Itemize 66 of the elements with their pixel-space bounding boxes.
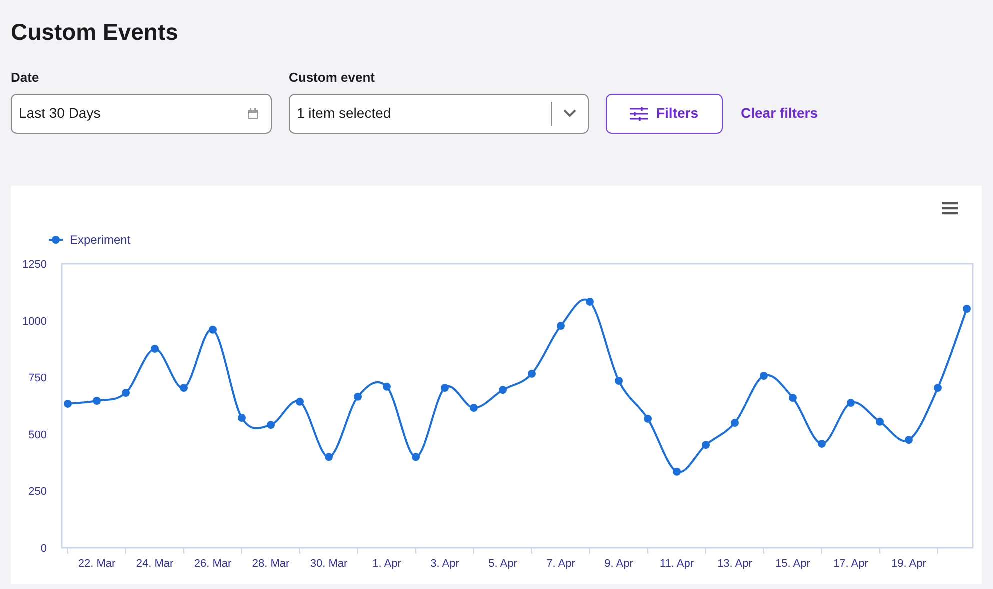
x-axis-label: 24. Mar [136, 558, 174, 570]
y-axis-label: 500 [28, 428, 47, 441]
x-axis-label: 19. Apr [892, 558, 926, 570]
x-axis-label: 1. Apr [372, 558, 402, 570]
data-point [93, 396, 101, 404]
date-field[interactable]: Last 30 Days [11, 94, 272, 134]
data-point [354, 392, 362, 400]
chevron-down-icon[interactable] [563, 109, 577, 118]
filters-button[interactable]: Filters [606, 94, 723, 134]
data-point [441, 384, 449, 392]
data-point [528, 369, 536, 378]
data-point [238, 414, 246, 422]
data-point [586, 297, 594, 306]
data-point [470, 404, 478, 412]
data-point [731, 418, 739, 427]
y-axis-label: 250 [28, 486, 47, 498]
y-axis-label: 1000 [22, 315, 47, 328]
data-point [615, 376, 623, 384]
data-point [64, 399, 72, 408]
x-axis-label: 7. Apr [546, 558, 576, 570]
calendar-icon [247, 108, 259, 120]
sliders-icon [630, 106, 648, 120]
data-point [325, 452, 333, 461]
clear-filters-link[interactable]: Clear filters [741, 94, 818, 134]
x-axis-label: 28. Mar [252, 558, 290, 570]
data-point [644, 414, 652, 422]
data-point [383, 382, 391, 390]
data-point [180, 384, 188, 392]
data-point [760, 372, 768, 380]
data-point [789, 394, 797, 402]
data-point [557, 322, 565, 330]
data-point [847, 398, 855, 407]
x-axis-label: 30. Mar [310, 558, 348, 570]
y-axis-label: 750 [28, 372, 47, 384]
data-point [151, 344, 159, 352]
x-axis-label: 15. Apr [776, 558, 810, 570]
x-axis-label: 9. Apr [604, 558, 634, 570]
data-point [673, 467, 681, 476]
x-axis-label: 3. Apr [430, 558, 460, 570]
data-point [905, 436, 913, 444]
data-point [209, 325, 217, 334]
data-point [412, 452, 420, 461]
data-point [499, 386, 507, 394]
x-axis-label: 17. Apr [834, 558, 868, 570]
x-axis-label: 5. Apr [488, 558, 518, 570]
x-axis-label: 13. Apr [718, 558, 752, 570]
page-title: Custom Events [11, 18, 180, 46]
select-field[interactable]: 1 item selected [289, 94, 589, 134]
data-point [702, 440, 710, 449]
y-axis-label: 0 [40, 542, 47, 554]
field-label: Date [11, 69, 40, 87]
data-point [267, 420, 275, 429]
x-axis-label: 26. Mar [194, 558, 232, 570]
data-point [296, 397, 304, 406]
data-point [963, 304, 971, 312]
x-axis-label: 11. Apr [660, 558, 694, 570]
field-label: Custom event [289, 69, 376, 87]
data-point [818, 439, 826, 448]
legend-item[interactable]: Experiment [49, 232, 131, 246]
data-point [876, 417, 884, 426]
data-point [122, 388, 130, 397]
data-point [934, 384, 942, 392]
y-axis-label: 1250 [22, 258, 47, 270]
menu-icon[interactable] [942, 202, 958, 214]
x-axis-label: 22. Mar [78, 558, 116, 570]
legend-label: Experiment [70, 232, 132, 246]
